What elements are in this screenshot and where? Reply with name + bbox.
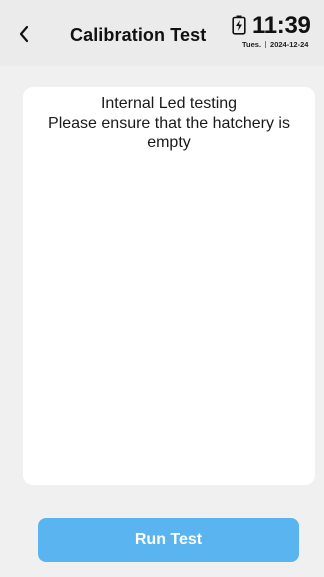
- run-test-button[interactable]: Run Test: [38, 518, 299, 562]
- clock-day: Tues.: [242, 40, 262, 49]
- back-button[interactable]: [14, 22, 34, 46]
- status-clock: 11:39 Tues. 2024-12-24: [222, 11, 318, 55]
- clock-date: 2024-12-24: [270, 40, 309, 49]
- instruction-line: Please ensure that the hatchery is: [48, 114, 290, 132]
- top-bar: Calibration Test 11:39 Tues. 2024-12-24: [0, 0, 324, 66]
- chevron-left-icon: [19, 25, 29, 43]
- battery-charging-icon: [232, 15, 246, 35]
- calibration-test-screen: Calibration Test 11:39 Tues. 2024-12-24 I…: [0, 0, 324, 577]
- date-divider: [265, 41, 267, 48]
- instruction-line: empty: [147, 134, 191, 151]
- instruction-text: Internal Led testing Please ensure that …: [23, 94, 315, 153]
- clock-date-row: Tues. 2024-12-24: [242, 40, 308, 49]
- clock-time: 11:39: [252, 12, 311, 39]
- page-title: Calibration Test: [70, 25, 207, 45]
- message-card: Internal Led testing Please ensure that …: [23, 87, 315, 485]
- instruction-line: Internal Led testing: [100, 95, 238, 112]
